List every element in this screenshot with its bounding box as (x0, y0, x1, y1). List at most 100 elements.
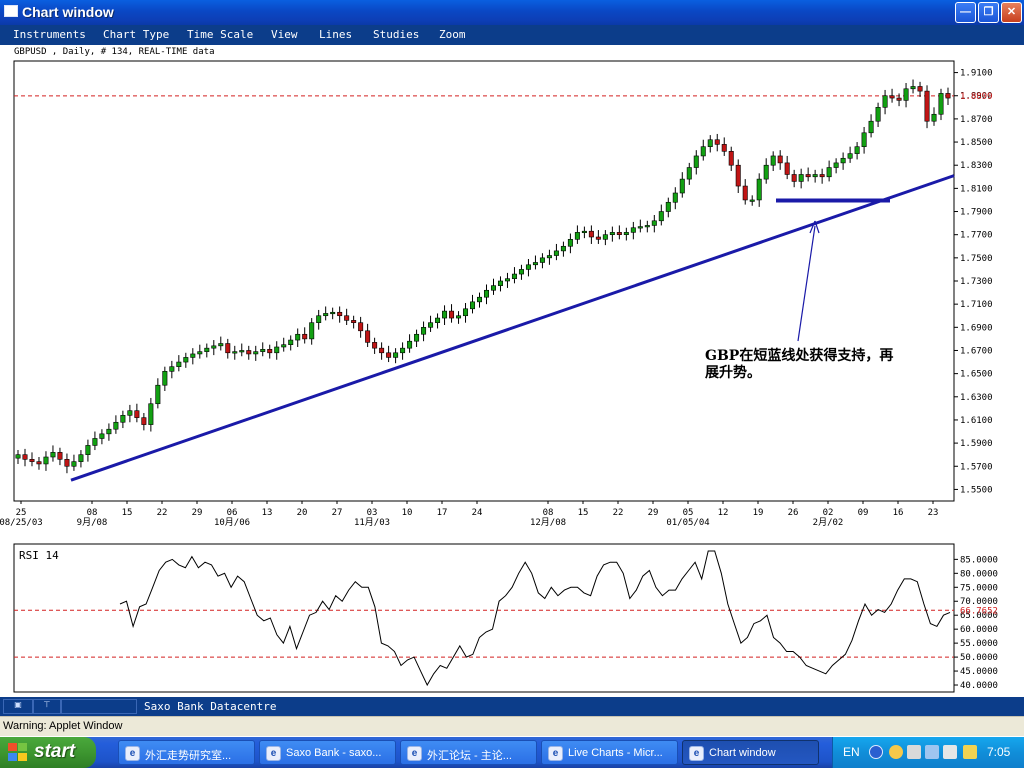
tray-arrow-icon[interactable] (869, 745, 883, 759)
title-bar[interactable]: Chart window — ❐ ✕ (0, 0, 1024, 25)
candle-up (700, 146, 706, 157)
candle-up (43, 456, 49, 465)
task-label: Chart window (709, 747, 776, 759)
x-tick-label: 15 (122, 508, 133, 518)
monitor-icon[interactable] (943, 745, 957, 759)
candle-down (141, 417, 147, 425)
task-button-chart-window[interactable]: e Chart window (682, 740, 819, 765)
rsi-chart[interactable]: RSI 14 85.000080.000075.000070.000065.000… (0, 538, 1024, 696)
candle-up (882, 95, 888, 108)
menu-chart-type[interactable]: Chart Type (103, 28, 169, 41)
candle-up (330, 311, 336, 315)
task-label: Live Charts - Micr... (568, 747, 663, 759)
candle-up (239, 350, 245, 353)
x-date-label: 10月/06 (214, 517, 250, 528)
candle-up (693, 155, 699, 168)
language-indicator[interactable]: EN (843, 745, 860, 759)
candle-down (337, 311, 343, 317)
tools-icon[interactable] (925, 745, 939, 759)
candle-down (917, 86, 923, 92)
candle-down (358, 322, 364, 332)
x-tick-label: 06 (227, 508, 238, 518)
price-chart[interactable]: 1.91001.89001.87001.85001.83001.81001.79… (0, 45, 1024, 537)
candle-up (875, 107, 881, 122)
y-tick-label: 1.6100 (960, 416, 993, 426)
x-tick-label: 02 (823, 508, 834, 518)
menu-lines[interactable]: Lines (319, 28, 352, 41)
menu-view[interactable]: View (271, 28, 298, 41)
menu-studies[interactable]: Studies (373, 28, 419, 41)
menu-bar: Instruments Chart Type Time Scale View L… (0, 25, 1024, 45)
task-button-forum[interactable]: e 外汇论坛 - 主论... (400, 740, 537, 765)
candle-down (302, 333, 308, 340)
candle-down (449, 310, 455, 319)
candle-up (763, 164, 769, 180)
candle-down (365, 330, 371, 343)
candle-up (414, 333, 420, 342)
messenger-icon[interactable] (889, 745, 903, 759)
candle-up (435, 317, 441, 323)
candle-up (407, 340, 413, 349)
x-date-label: 11月/03 (354, 517, 390, 528)
candle-up (274, 346, 280, 354)
x-tick-label: 27 (332, 508, 343, 518)
x-tick-label: 20 (297, 508, 308, 518)
candle-up (99, 433, 105, 439)
x-tick-label: 05 (683, 508, 694, 518)
candle-up (665, 201, 671, 212)
x-tick-label: 23 (928, 508, 939, 518)
network-icon[interactable] (907, 745, 921, 759)
crosshair-icon[interactable]: ⊤ (41, 700, 53, 709)
candle-up (707, 139, 713, 147)
candle-up (546, 255, 552, 259)
window-title: Chart window (22, 4, 114, 20)
annotation-line-1: GBP在短蓝线处获得支持，再 (705, 347, 893, 364)
x-tick-label: 10 (402, 508, 413, 518)
annotation-line-2: 展升势。 (705, 364, 761, 381)
candle-up (868, 120, 874, 134)
reference-line-label: 1.8899 (960, 92, 993, 102)
menu-time-scale[interactable]: Time Scale (187, 28, 253, 41)
candle-up (260, 349, 266, 352)
candle-up (50, 452, 56, 458)
candle-up (644, 225, 650, 228)
y-tick-label: 1.7300 (960, 277, 993, 287)
maximize-button[interactable]: ❐ (978, 2, 999, 23)
applet-warning: Warning: Applet Window (3, 720, 123, 732)
candle-down (595, 236, 601, 240)
close-button[interactable]: ✕ (1001, 2, 1022, 23)
windows-flag-icon (8, 743, 28, 762)
task-button-live-charts[interactable]: e Live Charts - Micr... (541, 740, 678, 765)
x-tick-label: 26 (788, 508, 799, 518)
candle-up (106, 428, 112, 435)
x-tick-label: 17 (437, 508, 448, 518)
candle-up (840, 157, 846, 164)
start-label: start (34, 741, 76, 762)
browser-icon: e (125, 746, 140, 761)
x-tick-label: 08 (543, 508, 554, 518)
menu-instruments[interactable]: Instruments (13, 28, 86, 41)
start-button[interactable]: start (0, 737, 96, 768)
rsi-y-tick-label: 40.0000 (960, 681, 998, 691)
y-tick-label: 1.6700 (960, 346, 993, 356)
task-label: 外汇走势研究室... (145, 750, 232, 762)
candle-up (92, 438, 98, 446)
chart-info: GBPUSD , Daily, # 134, REAL-TIME data (14, 47, 215, 57)
x-tick-label: 29 (192, 508, 203, 518)
volume-icon[interactable] (963, 745, 977, 759)
status-segment (61, 699, 137, 714)
candle-up (490, 285, 496, 291)
candle-up (218, 343, 224, 347)
minimize-button[interactable]: — (955, 2, 976, 23)
candle-down (714, 139, 720, 145)
candle-up (442, 310, 448, 319)
candle-up (148, 403, 154, 425)
task-button-saxo[interactable]: e Saxo Bank - saxo... (259, 740, 396, 765)
candle-down (924, 90, 930, 122)
record-icon[interactable]: ▣ (12, 700, 24, 709)
candle-up (567, 239, 573, 247)
menu-zoom[interactable]: Zoom (439, 28, 466, 41)
candle-up (532, 262, 538, 266)
task-button-forex-lab[interactable]: e 外汇走势研究室... (118, 740, 255, 765)
candle-down (616, 232, 622, 235)
